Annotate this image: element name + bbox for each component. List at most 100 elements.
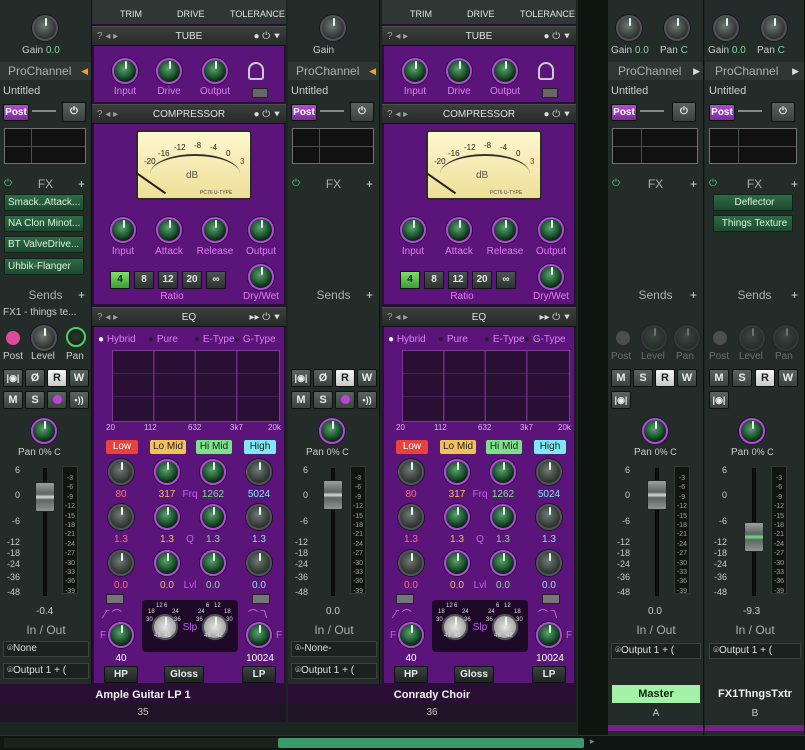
volume-fader[interactable]	[647, 480, 667, 510]
tube-toggle[interactable]	[542, 88, 558, 98]
track-name-36[interactable]: Conrady Choir	[288, 684, 576, 706]
high-q-knob[interactable]	[246, 504, 272, 530]
eq-mode-pure[interactable]: ● Pure	[438, 334, 468, 345]
output-select[interactable]: ⌾Output 1 + (	[291, 663, 377, 679]
low-level-knob[interactable]	[108, 550, 134, 576]
eq-mode-pure[interactable]: ● Pure	[148, 334, 178, 345]
fx-slot[interactable]: Things Texture	[713, 215, 793, 232]
comp-input-knob[interactable]	[400, 217, 426, 243]
prochannel-preset[interactable]: Untitled	[709, 85, 746, 97]
send-post-toggle[interactable]	[6, 331, 20, 345]
comp-input-knob[interactable]	[110, 217, 136, 243]
horizontal-scrollbar[interactable]: ▸	[0, 735, 805, 750]
gloss-button[interactable]: Gloss	[164, 666, 204, 683]
tube-input-knob[interactable]	[402, 58, 428, 84]
prochannel-preset[interactable]: Untitled	[3, 85, 40, 97]
lomid-q-knob[interactable]	[154, 504, 180, 530]
comp-release-knob[interactable]	[492, 217, 518, 243]
band-low[interactable]: Low	[396, 440, 428, 454]
monitor-button[interactable]: •))	[357, 391, 377, 409]
send-post-toggle[interactable]	[616, 331, 630, 345]
band-himid[interactable]: Hi Mid	[486, 440, 522, 454]
input-echo-button[interactable]: |◉|	[3, 369, 23, 387]
lomid-freq-knob[interactable]	[154, 459, 180, 485]
read-button[interactable]: R	[335, 369, 355, 387]
phase-button[interactable]: Ø	[25, 369, 45, 387]
band-high[interactable]: High	[534, 440, 566, 454]
send-level-knob[interactable]	[739, 325, 765, 351]
input-echo-button[interactable]: |◉|	[709, 391, 729, 409]
pan-knob[interactable]	[739, 418, 765, 444]
ratio-inf-button[interactable]: ∞	[206, 271, 226, 289]
band-lomid[interactable]: Lo Mid	[440, 440, 476, 454]
high-level-knob[interactable]	[536, 550, 562, 576]
post-button[interactable]: Post	[709, 104, 735, 121]
prochannel-preset[interactable]: Untitled	[291, 85, 328, 97]
post-button[interactable]: Post	[291, 104, 317, 121]
ratio-inf-button[interactable]: ∞	[496, 271, 516, 289]
input-echo-button[interactable]: |◉|	[611, 391, 631, 409]
power-button[interactable]: ⏻	[350, 102, 374, 122]
high-band-toggle[interactable]	[542, 594, 560, 604]
high-level-knob[interactable]	[246, 550, 272, 576]
mute-button[interactable]: M	[709, 369, 729, 387]
send-post-toggle[interactable]	[713, 331, 727, 345]
low-band-toggle[interactable]	[396, 594, 414, 604]
track-name-35[interactable]: Ample Guitar LP 1	[0, 684, 286, 706]
send-pan-knob[interactable]	[66, 327, 86, 347]
volume-fader[interactable]	[35, 482, 55, 512]
read-button[interactable]: R	[755, 369, 775, 387]
write-button[interactable]: W	[677, 369, 697, 387]
ratio-12-button[interactable]: 12	[158, 271, 178, 289]
prochannel-preset[interactable]: Untitled	[611, 85, 648, 97]
pan-knob[interactable]	[642, 418, 668, 444]
monitor-button[interactable]: •))	[69, 391, 89, 409]
high-freq-knob[interactable]	[536, 459, 562, 485]
scroll-thumb[interactable]	[278, 738, 584, 748]
fx-slot[interactable]: NA Clon Minot...	[4, 215, 84, 232]
tube-header[interactable]: ? ◂ ▸ TUBE ● ⏻ ⯆	[382, 26, 576, 46]
high-freq-knob[interactable]	[246, 459, 272, 485]
fx-slot[interactable]: Uhbik-Flanger	[4, 258, 84, 275]
eq-header[interactable]: ? ◂ ▸ EQ ▸▸ ⏻ ⯆	[92, 307, 286, 327]
post-button[interactable]: Post	[611, 104, 637, 121]
high-band-toggle[interactable]	[252, 594, 270, 604]
comp-output-knob[interactable]	[538, 217, 564, 243]
read-button[interactable]: R	[47, 369, 67, 387]
lomid-level-knob[interactable]	[444, 550, 470, 576]
volume-value[interactable]: -9.3	[743, 606, 760, 617]
fx-slot[interactable]: Deflector	[713, 194, 793, 211]
mute-button[interactable]: M	[3, 391, 23, 409]
send-name[interactable]: FX1 - things te...	[3, 307, 89, 318]
volume-value[interactable]: -0.4	[36, 606, 53, 617]
eq-mode-hybrid[interactable]: ● Hybrid	[388, 334, 426, 345]
ratio-12-button[interactable]: 12	[448, 271, 468, 289]
high-q-knob[interactable]	[536, 504, 562, 530]
himid-freq-knob[interactable]	[490, 459, 516, 485]
himid-level-knob[interactable]	[200, 550, 226, 576]
band-high[interactable]: High	[244, 440, 276, 454]
tube-drive-knob[interactable]	[156, 58, 182, 84]
low-level-knob[interactable]	[398, 550, 424, 576]
comp-attack-knob[interactable]	[156, 217, 182, 243]
low-q-knob[interactable]	[398, 504, 424, 530]
eq-mode-etype[interactable]: ● E-Type	[484, 334, 525, 345]
scroll-right-icon[interactable]: ▸	[590, 736, 595, 747]
prochannel-header[interactable]: ProChannel ▶	[608, 62, 703, 80]
ratio-4-button[interactable]: 4	[400, 271, 420, 289]
ratio-8-button[interactable]: 8	[424, 271, 444, 289]
eq-graph[interactable]	[402, 350, 570, 422]
send-pan-knob[interactable]	[773, 325, 799, 351]
write-button[interactable]: W	[357, 369, 377, 387]
prochannel-header[interactable]: ProChannel ▶	[705, 62, 804, 80]
himid-q-knob[interactable]	[490, 504, 516, 530]
tube-toggle[interactable]	[252, 88, 268, 98]
drywet-knob[interactable]	[248, 264, 274, 290]
pan-knob[interactable]	[319, 418, 345, 444]
eq-mode-gtype[interactable]: ● G-Type	[234, 334, 276, 345]
eq-header[interactable]: ? ◂ ▸ EQ ▸▸ ⏻ ⯆	[382, 307, 576, 327]
volume-fader[interactable]	[744, 522, 764, 552]
lomid-level-knob[interactable]	[154, 550, 180, 576]
power-button[interactable]: ⏻	[771, 102, 795, 122]
volume-fader[interactable]	[323, 480, 343, 510]
